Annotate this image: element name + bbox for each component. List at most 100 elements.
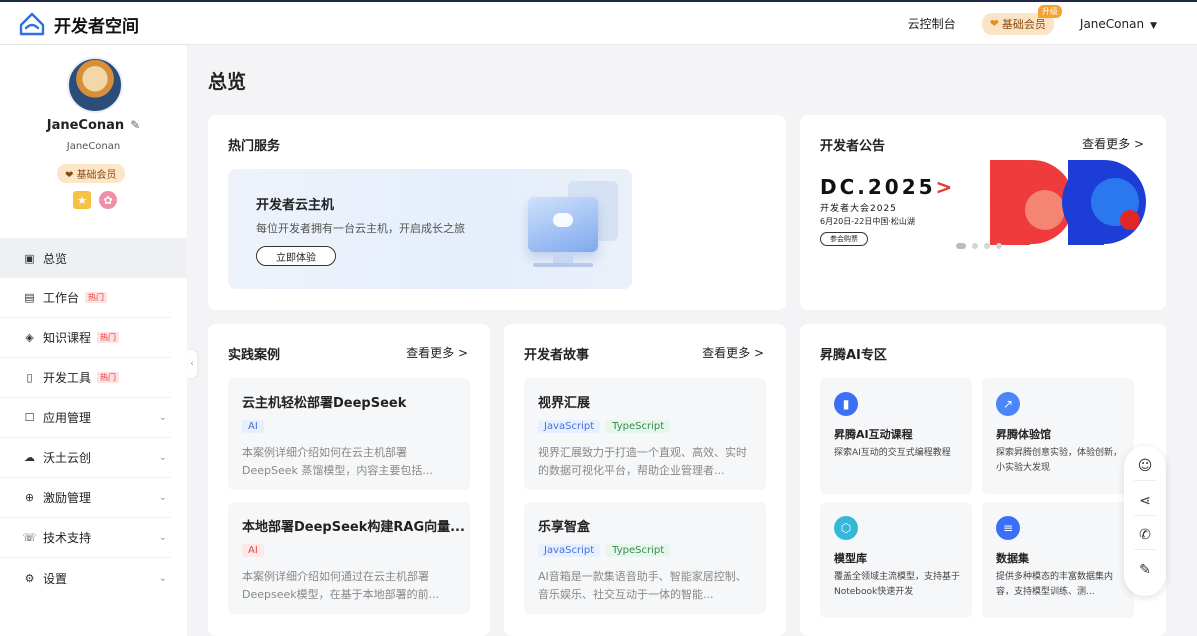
model-library-card[interactable]: ⬡ 模型库 覆盖全领域主流模型，支持基于Notebook快速开发 — [820, 502, 972, 618]
user-menu[interactable]: JaneConan ▼ — [1080, 17, 1157, 31]
sidebar-item-overview[interactable]: ▣ 总览 — [0, 238, 187, 278]
monitor-stand — [553, 253, 573, 263]
cloud-host-banner[interactable]: 开发者云主机 每位开发者拥有一台云主机，开启成长之旅 立即体验 — [228, 169, 632, 289]
dc-graphic — [990, 160, 1146, 245]
sidebar-item-label: 沃土云创 — [43, 451, 92, 465]
sidebar-item-label: 开发工具 — [43, 371, 92, 385]
diamond-icon: ❤ — [989, 17, 999, 30]
edit-pencil-icon[interactable]: ✎ — [130, 118, 140, 132]
ai-card-desc: 提供多种模态的丰富数据集内容，支持模型训练、测... — [996, 572, 1114, 597]
carousel-dot[interactable] — [956, 243, 966, 249]
database-icon: ≡ — [996, 516, 1020, 540]
member-badge: ❤ 基础会员 — [57, 164, 125, 183]
hot-badge: 热门 — [97, 372, 120, 383]
sidebar-item-workbench[interactable]: ▤ 工作台 热门 — [0, 278, 171, 318]
gift-icon: ⊕ — [24, 491, 35, 504]
console-link[interactable]: 云控制台 — [908, 15, 956, 32]
tools-icon: ▯ — [26, 371, 33, 384]
carousel-dot[interactable] — [972, 243, 978, 249]
flower-medal-icon[interactable]: ✿ — [99, 191, 117, 209]
hero-desc: 每位开发者拥有一台云主机，开启成长之旅 — [256, 222, 465, 235]
carousel-dot[interactable] — [996, 243, 1002, 249]
notice-more-link[interactable]: 查看更多 > — [1082, 135, 1144, 152]
case-item[interactable]: 云主机轻松部署DeepSeek AI 本案例详细介绍如何在云主机部署DeepSe… — [228, 378, 470, 490]
sidebar-item-settings[interactable]: ⚙ 设置 ⌄ — [0, 558, 171, 598]
monitor-base — [533, 263, 593, 267]
ai-lab-card[interactable]: ↗ 昇腾体验馆 探索昇腾创意实验，体验创新，小实验大发现 — [982, 378, 1134, 494]
try-now-button[interactable]: 立即体验 — [256, 246, 336, 266]
story-item[interactable]: 乐享智盒 JavaScript TypeScript AI音箱是一款集语音助手、… — [524, 502, 766, 614]
stories-more-link[interactable]: 查看更多 > — [702, 344, 764, 361]
app-icon: ☐ — [24, 411, 35, 424]
dataset-card[interactable]: ≡ 数据集 提供多种模态的丰富数据集内容，支持模型训练、测... — [982, 502, 1134, 618]
course-icon: ◈ — [25, 331, 34, 344]
vip-label: 基础会员 — [1001, 17, 1046, 31]
hot-badge: 热门 — [85, 292, 108, 303]
logo-text: 开发者空间 — [54, 16, 139, 37]
cloud-icon: ☁ — [24, 451, 35, 464]
profile-name-row: JaneConan ✎ — [0, 118, 187, 133]
carousel-dot[interactable] — [984, 243, 990, 249]
sidebar-item-label: 设置 — [43, 571, 68, 586]
vip-pill[interactable]: ❤ 基础会员 升级 — [981, 4, 1062, 35]
sidebar-item-tools[interactable]: ▯ 开发工具 热门 — [0, 358, 171, 398]
phone-icon[interactable]: ✆ — [1134, 527, 1156, 551]
dc-banner-sub: 开发者大会2025 — [820, 204, 897, 214]
ai-tag: AI — [242, 420, 264, 433]
sidebar-item-incentives[interactable]: ⊕ 激励管理 ⌄ — [0, 478, 171, 518]
sidebar-nav: ▣ 总览 ▤ 工作台 热门 ◈ 知识课程 热门 ▯ 开发工具 热门 ☐ 应用管理… — [0, 238, 187, 598]
ai-card-desc: 探索昇腾创意实验，体验创新，小实验大发现 — [996, 448, 1123, 473]
sidebar-item-cloud[interactable]: ☁ 沃土云创 ⌄ — [0, 438, 171, 478]
chevron-down-icon: ⌄ — [158, 532, 167, 543]
cases-card: 实践案例 查看更多 > 云主机轻松部署DeepSeek AI 本案例详细介绍如何… — [208, 324, 490, 636]
smile-icon[interactable]: ☺ — [1134, 458, 1156, 481]
sidebar-item-apps[interactable]: ☐ 应用管理 ⌄ — [0, 398, 171, 438]
star-medal-icon[interactable]: ★ — [73, 191, 91, 209]
story-title: 视界汇展 — [538, 396, 591, 411]
caret-down-icon: ▼ — [1150, 20, 1157, 31]
hero-title: 开发者云主机 — [256, 198, 335, 213]
logo[interactable]: 开发者空间 — [18, 11, 139, 37]
sidebar: JaneConan ✎ JaneConan ❤ 基础会员 ★ ✿ ▣ 总览 ▤ 工… — [0, 45, 187, 636]
floating-toolbar: ☺ ⋖ ✆ ✎ — [1124, 446, 1166, 596]
avatar[interactable] — [67, 57, 123, 113]
stories-title: 开发者故事 — [524, 348, 590, 363]
member-badge-label: 基础会员 — [76, 170, 117, 181]
sidebar-item-label: 技术支持 — [43, 531, 92, 545]
case-item[interactable]: 本地部署DeepSeek构建RAG向量... AI 本案例详细介绍如何通过在云主… — [228, 502, 470, 614]
story-item[interactable]: 视界汇展 JavaScript TypeScript 视界汇展致力于打造一个直观… — [524, 378, 766, 490]
cloud-icon — [553, 213, 573, 227]
ai-zone-title: 昇腾AI专区 — [820, 348, 887, 363]
case-desc: 本案例详细介绍如何通过在云主机部署Deepseek模型，在基于本地部署的前... — [242, 570, 440, 601]
typescript-tag: TypeScript — [606, 544, 671, 557]
cases-more-link[interactable]: 查看更多 > — [406, 344, 468, 361]
wand-icon: ↗ — [996, 392, 1020, 416]
ai-zone-card: 昇腾AI专区 ▮ 昇腾AI互动课程 探索AI互动的交互式编程教程 ↗ 昇腾体验馆… — [800, 324, 1166, 636]
story-desc: AI音箱是一款集语音助手、智能家居控制、音乐娱乐、社交互动于一体的智能... — [538, 570, 747, 601]
sidebar-collapse-button[interactable]: ‹ — [187, 350, 197, 378]
carousel-dots — [956, 243, 1002, 249]
dc-banner[interactable]: DC.2025> 开发者大会2025 6月20日-22日中国·松山湖 参会购票 — [820, 175, 955, 246]
share-icon[interactable]: ⋖ — [1134, 493, 1156, 516]
cases-title: 实践案例 — [228, 348, 281, 363]
developer-notice-card: 开发者公告 查看更多 > DC.2025> 开发者大会2025 6月20日-22… — [800, 115, 1166, 310]
profile-subname: JaneConan — [66, 141, 121, 152]
sidebar-item-courses[interactable]: ◈ 知识课程 热门 — [0, 318, 171, 358]
settings-icon: ⚙ — [24, 571, 35, 585]
ai-card-title: 数据集 — [996, 552, 1029, 565]
dc-banner-main-text: DC.2025 — [820, 175, 936, 199]
story-desc: 视界汇展致力于打造一个直观、高效、实时的数据可视化平台，帮助企业管理者... — [538, 446, 747, 477]
chevron-down-icon: ⌄ — [158, 412, 167, 423]
feedback-icon[interactable]: ✎ — [1134, 562, 1156, 584]
dc-banner-main: DC.2025> — [820, 175, 956, 199]
ai-card-desc: 探索AI互动的交互式编程教程 — [834, 448, 951, 458]
ai-card-desc: 覆盖全领域主流模型，支持基于Notebook快速开发 — [834, 572, 961, 597]
notice-title: 开发者公告 — [820, 139, 886, 154]
sidebar-item-support[interactable]: ☏ 技术支持 ⌄ — [0, 518, 171, 558]
upgrade-tag[interactable]: 升级 — [1037, 4, 1062, 18]
sidebar-item-label: 激励管理 — [43, 491, 92, 505]
support-icon: ☏ — [22, 531, 37, 544]
hot-services-card: 热门服务 开发者云主机 每位开发者拥有一台云主机，开启成长之旅 立即体验 — [208, 115, 786, 310]
ai-course-card[interactable]: ▮ 昇腾AI互动课程 探索AI互动的交互式编程教程 — [820, 378, 972, 494]
buy-ticket-button[interactable]: 参会购票 — [820, 232, 868, 246]
